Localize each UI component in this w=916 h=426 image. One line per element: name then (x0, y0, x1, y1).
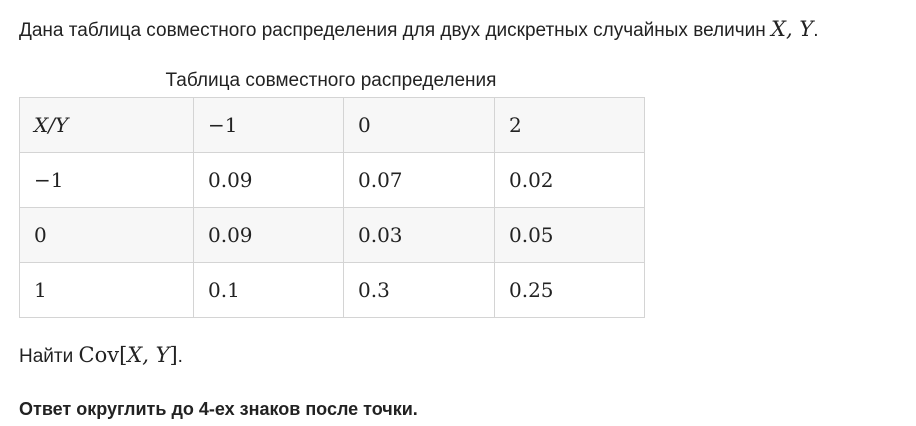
probability-cell: 0.1 (193, 262, 344, 318)
table-row: 0 0.09 0.03 0.05 (19, 207, 645, 263)
probability-cell: 0.02 (494, 152, 645, 208)
header-y-value: 0 (343, 97, 495, 153)
row-x-value: −1 (19, 152, 194, 208)
table-row: −1 0.09 0.07 0.02 (19, 152, 645, 208)
question-text: Найти (19, 346, 79, 367)
joint-distribution-table: X/Y −1 0 2 −1 0.09 0.07 0.02 0 0.09 0.03… (19, 97, 645, 318)
problem-statement-end: . (813, 20, 819, 41)
header-y-value: −1 (193, 97, 344, 153)
problem-statement: Дана таблица совместного распределения д… (19, 14, 818, 46)
cov-function: Cov (78, 343, 120, 367)
header-y-value: 2 (494, 97, 645, 153)
table-caption: Таблица совместного распределения (165, 70, 497, 91)
table-row: 1 0.1 0.3 0.25 (19, 262, 645, 318)
probability-cell: 0.25 (494, 262, 645, 318)
probability-cell: 0.05 (494, 207, 645, 263)
probability-cell: 0.3 (343, 262, 495, 318)
row-x-value: 1 (19, 262, 194, 318)
question: Найти Cov[X, Y]. (19, 340, 183, 372)
probability-cell: 0.03 (343, 207, 495, 263)
row-x-value: 0 (19, 207, 194, 263)
table-header-row: X/Y −1 0 2 (19, 97, 645, 153)
variables-xy: X, Y (771, 17, 814, 41)
question-end: . (177, 346, 183, 367)
rounding-note: Ответ округлить до 4-ех знаков после точ… (19, 399, 418, 419)
bracket-close: ] (169, 343, 178, 367)
probability-cell: 0.07 (343, 152, 495, 208)
probability-cell: 0.09 (193, 152, 344, 208)
header-corner-xy: X/Y (19, 97, 194, 153)
problem-statement-text: Дана таблица совместного распределения д… (19, 20, 772, 41)
probability-cell: 0.09 (193, 207, 344, 263)
cov-arguments: X, Y (127, 343, 170, 367)
